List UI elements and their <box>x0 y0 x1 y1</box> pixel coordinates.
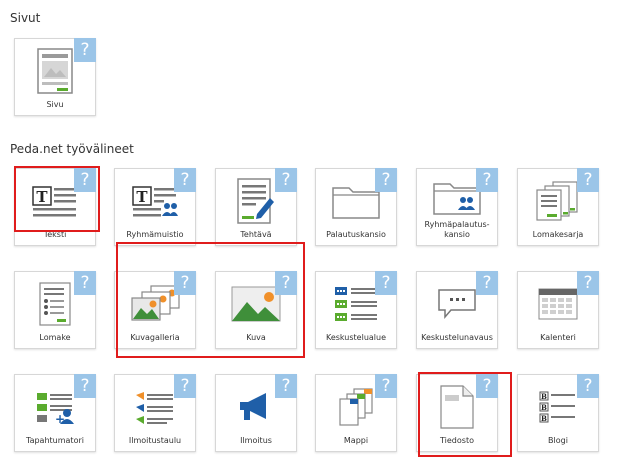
svg-text:T: T <box>36 188 48 206</box>
svg-text:B: B <box>541 392 547 401</box>
tile-keskustelualue[interactable]: Keskustelualue ? <box>315 271 397 349</box>
tile-lomakesarja[interactable]: Lomakesarja ? <box>517 168 599 246</box>
help-icon[interactable]: ? <box>74 38 96 62</box>
tile-label: Mappi <box>343 436 369 445</box>
svg-text:B: B <box>541 403 547 412</box>
tile-label: Ilmoitus <box>240 436 272 445</box>
help-icon[interactable]: ? <box>174 374 196 398</box>
tile-ilmoitustaulu[interactable]: Ilmoitustaulu ? <box>114 374 196 452</box>
svg-text:B: B <box>541 414 547 423</box>
tools-section-title: Peda.net työvälineet <box>10 142 134 156</box>
help-icon[interactable]: ? <box>375 168 397 192</box>
tile-sivu[interactable]: Sivu ? <box>14 38 96 116</box>
tile-keskustelunavaus[interactable]: Keskustelunavaus ? <box>416 271 498 349</box>
tile-kalenteri[interactable]: Kalenteri ? <box>517 271 599 349</box>
tile-label: Ryhmäpalautus- kansio <box>424 220 490 239</box>
pages-section-title: Sivut <box>10 11 41 25</box>
help-icon[interactable]: ? <box>174 168 196 192</box>
tile-label: Keskustelualue <box>325 333 387 342</box>
tile-label: Ryhmämuistio <box>126 230 184 239</box>
help-icon[interactable]: ? <box>275 271 297 295</box>
tile-ilmoitus[interactable]: Ilmoitus ? <box>215 374 297 452</box>
tile-label: Lomakesarja <box>532 230 584 239</box>
tile-label: Sivu <box>46 100 64 109</box>
help-icon[interactable]: ? <box>275 168 297 192</box>
tile-blogi[interactable]: B B B Blogi ? <box>517 374 599 452</box>
help-icon[interactable]: ? <box>476 271 498 295</box>
help-icon[interactable]: ? <box>275 374 297 398</box>
tile-label: Tehtävä <box>240 230 272 239</box>
tile-ryhmapalautuskansio[interactable]: Ryhmäpalautus- kansio ? <box>416 168 498 246</box>
svg-text:T: T <box>136 188 148 206</box>
tile-label: Kalenteri <box>540 333 576 342</box>
help-icon[interactable]: ? <box>476 168 498 192</box>
tile-label: Ilmoitustaulu <box>128 436 182 445</box>
tile-ryhmamuistio[interactable]: T Ryhmämuistio ? <box>114 168 196 246</box>
help-icon[interactable]: ? <box>74 374 96 398</box>
tile-kuvagalleria[interactable]: Kuvagalleria ? <box>114 271 196 349</box>
tile-label: Kuvagalleria <box>130 333 180 342</box>
tile-teksti[interactable]: T Teksti ? <box>14 168 96 246</box>
tile-label: Tiedosto <box>440 436 474 445</box>
tile-label: Palautuskansio <box>326 230 386 239</box>
tile-kuva[interactable]: Kuva ? <box>215 271 297 349</box>
help-icon[interactable]: ? <box>577 168 599 192</box>
help-icon[interactable]: ? <box>375 271 397 295</box>
help-icon[interactable]: ? <box>577 271 599 295</box>
help-icon[interactable]: ? <box>74 168 96 192</box>
tile-label: Blogi <box>548 436 568 445</box>
tile-label: Tapahtumatori <box>26 436 84 445</box>
help-icon[interactable]: ? <box>577 374 599 398</box>
help-icon[interactable]: ? <box>375 374 397 398</box>
tile-label: Teksti <box>43 230 67 239</box>
help-icon[interactable]: ? <box>476 374 498 398</box>
tile-tehtava[interactable]: Tehtävä ? <box>215 168 297 246</box>
tile-mappi[interactable]: Mappi ? <box>315 374 397 452</box>
tile-label: Keskustelunavaus <box>421 333 493 342</box>
tile-lomake[interactable]: Lomake ? <box>14 271 96 349</box>
help-icon[interactable]: ? <box>74 271 96 295</box>
tile-tapahtumatori[interactable]: + Tapahtumatori ? <box>14 374 96 452</box>
help-icon[interactable]: ? <box>174 271 196 295</box>
tile-label: Lomake <box>39 333 71 342</box>
tile-tiedosto[interactable]: Tiedosto ? <box>416 374 498 452</box>
tile-label: Kuva <box>246 333 266 342</box>
tile-palautuskansio[interactable]: Palautuskansio ? <box>315 168 397 246</box>
